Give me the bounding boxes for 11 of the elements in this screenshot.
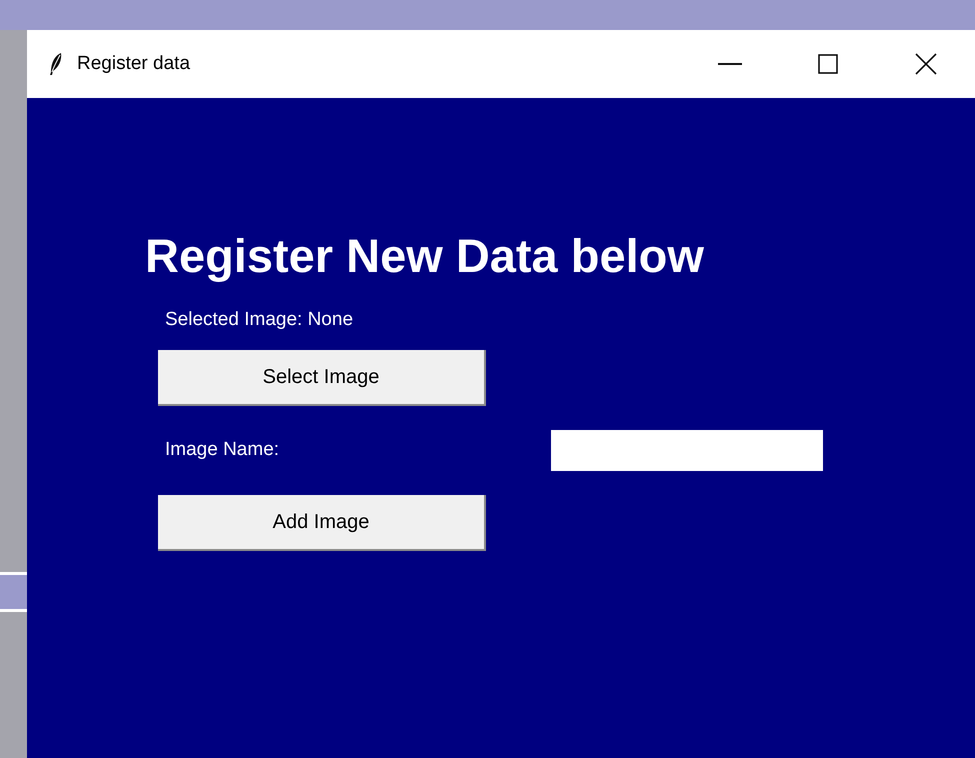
feather-icon [49, 52, 63, 76]
close-icon [915, 53, 937, 75]
selected-image-label: Selected Image: None [165, 308, 354, 330]
heading: Register New Data below [145, 230, 705, 282]
window-title: Register data [77, 52, 190, 76]
select-image-button[interactable]: Select Image [158, 350, 486, 406]
add-image-button[interactable]: Add Image [158, 495, 486, 552]
minimize-icon [718, 63, 742, 65]
maximize-icon [818, 54, 838, 74]
image-name-field[interactable] [551, 430, 823, 472]
image-name-label: Image Name: [165, 438, 280, 462]
